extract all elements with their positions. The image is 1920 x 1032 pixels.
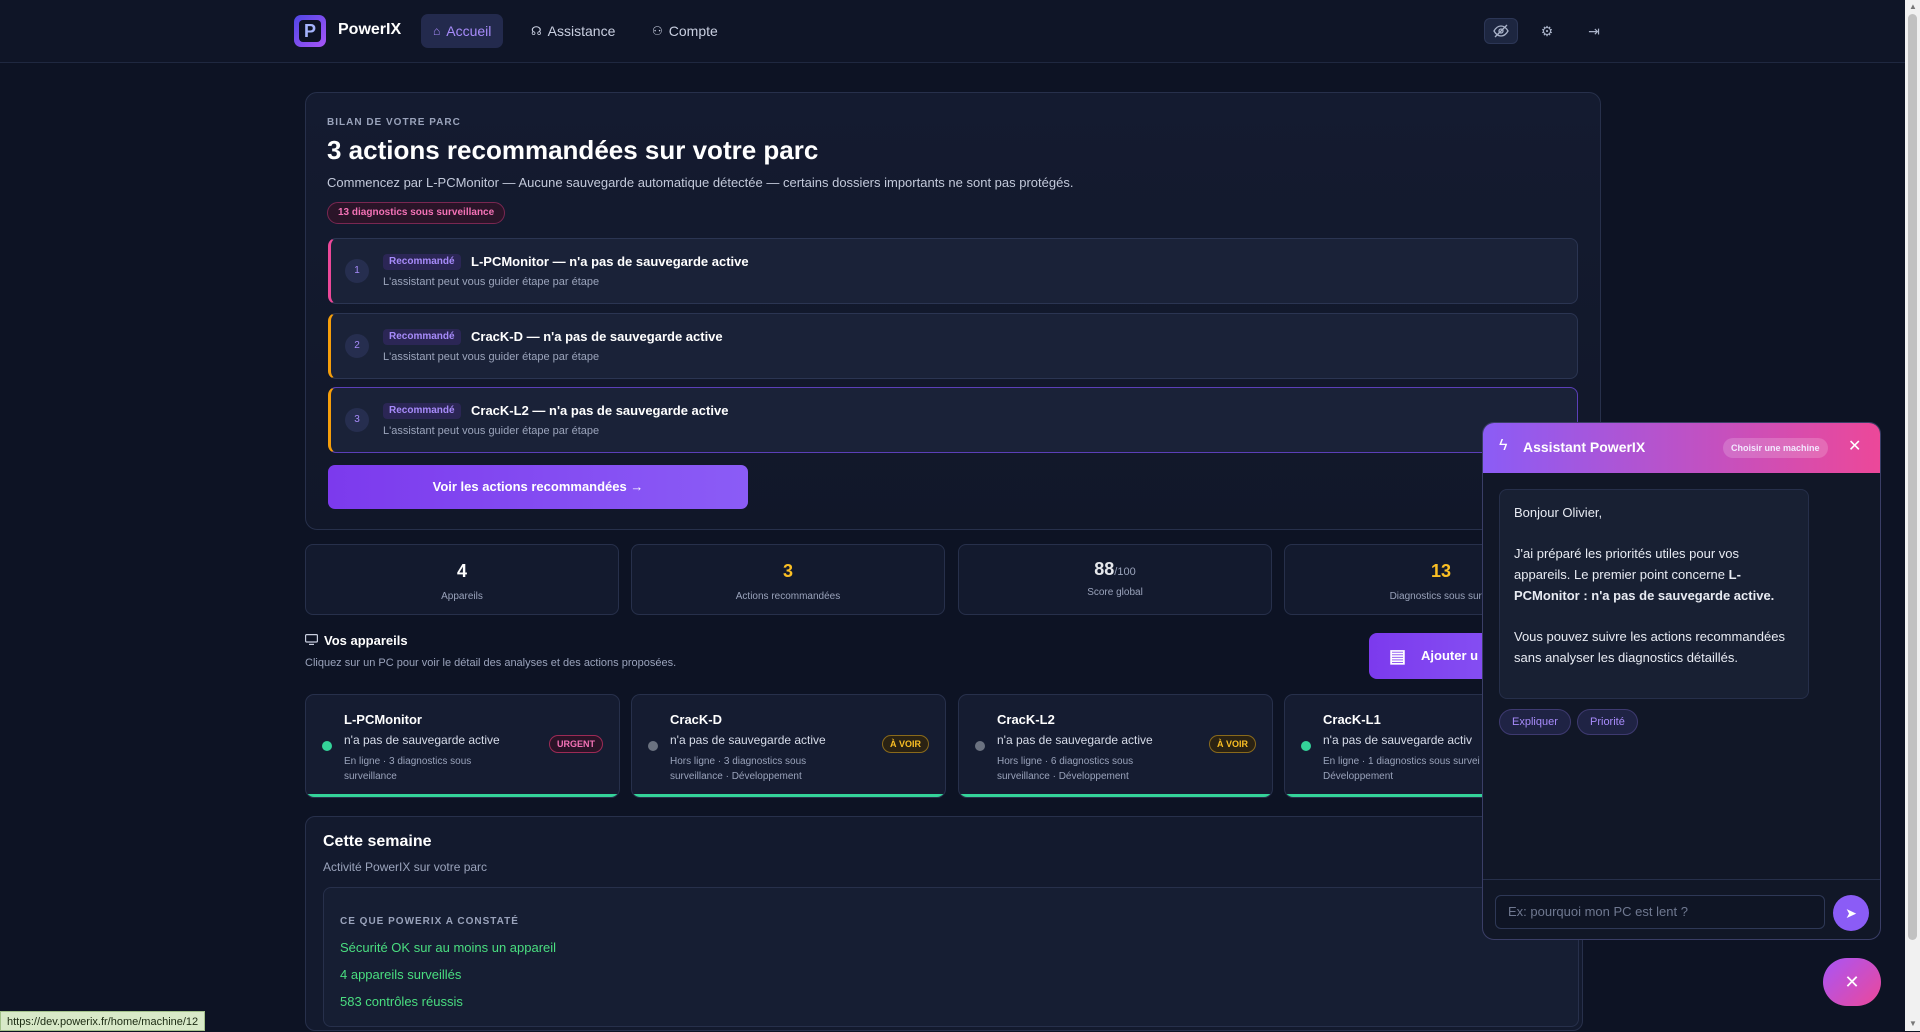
nav-assistance[interactable]: ☊ Assistance <box>519 14 627 48</box>
devices-section-subtitle: Cliquez sur un PC pour voir le détail de… <box>305 657 677 669</box>
recommended-tag: Recommandé <box>383 403 461 419</box>
assistant-message: Bonjour Olivier, J'ai préparé les priori… <box>1499 489 1809 699</box>
recommended-tag: Recommandé <box>383 329 461 345</box>
chat-composer: Ex: pourquoi mon PC est lent ? ➤ <box>1483 879 1880 939</box>
stat-global-score: 88/100 Score global <box>958 544 1272 615</box>
urgent-badge: URGENT <box>549 735 603 753</box>
monitor-icon <box>305 633 319 648</box>
device-card-crack-l2[interactable]: CracK-L2 n'a pas de sauvegarde active Ho… <box>958 694 1273 798</box>
choose-machine-button[interactable]: Choisir une machine <box>1723 438 1828 458</box>
stat-devices: 4 Appareils <box>305 544 619 615</box>
finding-item: 4 appareils surveillés <box>340 967 462 982</box>
suggestion-chip-priority[interactable]: Priorité <box>1577 709 1638 735</box>
logout-icon[interactable]: ⇥ <box>1577 18 1611 44</box>
link-status-bar: https://dev.powerix.fr/home/machine/12 <box>0 1011 206 1031</box>
suggestion-chip-explain[interactable]: Expliquer <box>1499 709 1571 735</box>
document-icon: ▤ <box>1389 646 1407 666</box>
hero-subtitle: Commencez par L-PCMonitor — Aucune sauve… <box>327 175 1074 190</box>
home-icon: ⌂ <box>433 24 441 38</box>
device-card-l-pcmonitor[interactable]: L-PCMonitor n'a pas de sauvegarde active… <box>305 694 620 798</box>
powerix-logo[interactable]: P <box>294 15 326 47</box>
online-status-dot <box>1301 741 1311 751</box>
scroll-down-icon[interactable]: ▼ <box>1909 1019 1917 1028</box>
device-card-crack-d[interactable]: CracK-D n'a pas de sauvegarde active Hor… <box>631 694 946 798</box>
scrollbar-thumb[interactable] <box>1908 14 1917 940</box>
to-review-badge: À VOIR <box>881 735 929 753</box>
gear-icon[interactable]: ⚙ <box>1530 18 1564 44</box>
scroll-up-icon[interactable]: ▲ <box>1909 2 1917 11</box>
recommendation-2[interactable]: 2 Recommandé CracK-D — n'a pas de sauveg… <box>328 313 1578 379</box>
finding-item: 583 contrôles réussis <box>340 994 463 1009</box>
offline-status-dot <box>975 741 985 751</box>
to-review-badge: À VOIR <box>1208 735 1256 753</box>
hero-title: 3 actions recommandées sur votre parc <box>327 135 819 165</box>
assistant-chat-panel: ϟ Assistant PowerIX Choisir une machine … <box>1482 422 1881 940</box>
stat-recommended-actions: 3 Actions recommandées <box>631 544 945 615</box>
recommendation-1[interactable]: 1 Recommandé L-PCMonitor — n'a pas de sa… <box>328 238 1578 304</box>
nav-accueil[interactable]: ⌂ Accueil <box>421 14 504 48</box>
user-icon: ⚇ <box>652 24 663 38</box>
online-status-dot <box>322 741 332 751</box>
devices-section-title: Vos appareils <box>305 633 408 648</box>
finding-item: Sécurité OK sur au moins un appareil <box>340 940 557 955</box>
recommended-tag: Recommandé <box>383 254 461 270</box>
fleet-summary-card: BILAN DE VOTRE PARC 3 actions recommandé… <box>305 92 1601 530</box>
hero-eyebrow: BILAN DE VOTRE PARC <box>327 117 461 128</box>
headset-icon: ☊ <box>531 24 542 38</box>
close-assistant-fab[interactable]: ✕ <box>1823 958 1881 1006</box>
view-recommended-actions-button[interactable]: Voir les actions recommandées → <box>328 465 748 509</box>
week-subtitle: Activité PowerIX sur votre parc <box>323 860 488 874</box>
diagnostics-pill: 13 diagnostics sous surveillance <box>327 202 506 224</box>
week-title: Cette semaine <box>323 833 432 850</box>
chat-input[interactable]: Ex: pourquoi mon PC est lent ? <box>1495 895 1825 929</box>
brand-name[interactable]: PowerIX <box>338 21 401 39</box>
close-icon[interactable]: ✕ <box>1848 436 1861 456</box>
eye-off-icon[interactable] <box>1484 18 1518 44</box>
recommendation-3[interactable]: 3 Recommandé CracK-L2 — n'a pas de sauve… <box>328 387 1578 453</box>
nav-compte[interactable]: ⚇ Compte <box>640 14 730 48</box>
chat-header: ϟ Assistant PowerIX Choisir une machine … <box>1483 423 1880 473</box>
lightning-icon: ϟ <box>1499 437 1508 454</box>
this-week-card: Cette semaine Activité PowerIX sur votre… <box>305 816 1583 1031</box>
top-navbar: P PowerIX ⌂ Accueil ☊ Assistance ⚇ Compt… <box>0 0 1905 63</box>
send-icon[interactable]: ➤ <box>1833 895 1869 931</box>
findings-panel: CE QUE POWERIX A CONSTATÉ Sécurité OK su… <box>323 887 1579 1027</box>
offline-status-dot <box>648 741 658 751</box>
scrollbar[interactable]: ▲ ▼ <box>1905 0 1920 1031</box>
